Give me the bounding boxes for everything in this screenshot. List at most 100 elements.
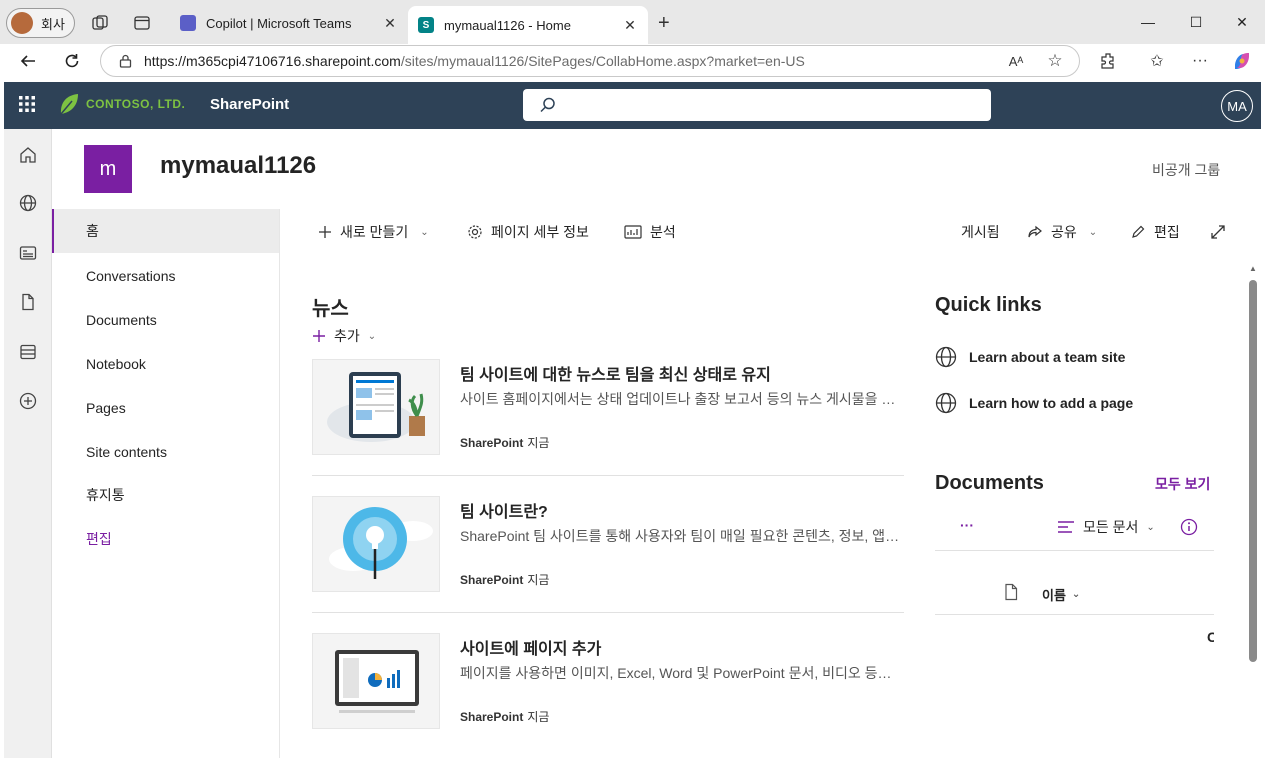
close-tab-icon[interactable]: ✕ bbox=[382, 15, 398, 32]
brand-logo[interactable]: CONTOSO, LTD. bbox=[58, 92, 185, 116]
nav-item-site-contents[interactable]: Site contents bbox=[52, 430, 279, 474]
lists-icon[interactable] bbox=[18, 342, 38, 362]
user-avatar[interactable]: MA bbox=[1221, 90, 1253, 122]
globe-icon bbox=[935, 392, 957, 414]
url-path: /sites/mymaual1126/SitePages/CollabHome.… bbox=[400, 53, 805, 69]
nav-item-conversations[interactable]: Conversations bbox=[52, 254, 279, 298]
teams-favicon-icon bbox=[180, 15, 196, 31]
tab-title: mymaual1126 - Home bbox=[444, 17, 571, 33]
more-actions-button[interactable]: ··· bbox=[960, 517, 974, 533]
extensions-icon[interactable] bbox=[1096, 49, 1120, 73]
nav-item-recycle-bin[interactable]: 휴지통 bbox=[52, 473, 279, 517]
documents-heading: Documents bbox=[935, 472, 1044, 494]
chevron-down-icon: ⌄ bbox=[420, 226, 429, 238]
back-icon[interactable] bbox=[16, 49, 40, 73]
analytics-button[interactable]: 분석 bbox=[624, 220, 676, 244]
copilot-icon[interactable] bbox=[1230, 49, 1254, 73]
name-column-label: 이름 bbox=[1042, 588, 1066, 603]
leaf-logo-icon bbox=[58, 92, 80, 116]
add-news-button[interactable]: 추가 ⌄ bbox=[312, 326, 376, 346]
scroll-up-icon[interactable]: ▲ bbox=[1249, 264, 1257, 273]
news-thumbnail[interactable] bbox=[312, 633, 440, 729]
news-thumbnail[interactable] bbox=[312, 359, 440, 455]
divider bbox=[312, 612, 904, 613]
nav-item-home[interactable]: 홈 bbox=[52, 209, 279, 253]
nav-item-notebook[interactable]: Notebook bbox=[52, 342, 279, 386]
favorite-star-icon[interactable]: ☆ bbox=[1043, 49, 1067, 73]
new-button[interactable]: 새로 만들기 ⌄ bbox=[318, 220, 429, 244]
profile-avatar-icon bbox=[11, 12, 33, 34]
maximize-icon[interactable]: ☐ bbox=[1173, 8, 1219, 36]
quick-link-item[interactable]: Learn about a team site bbox=[935, 346, 1125, 368]
file-icon[interactable] bbox=[18, 292, 38, 312]
news-heading: 뉴스 bbox=[312, 298, 349, 320]
share-button[interactable]: 공유 ⌄ bbox=[1027, 220, 1097, 244]
tab-actions-icon[interactable] bbox=[130, 11, 154, 35]
divider bbox=[935, 550, 1214, 551]
news-item-meta: SharePoint 지금 bbox=[460, 708, 549, 725]
page-details-label: 페이지 세부 정보 bbox=[491, 224, 589, 240]
refresh-icon[interactable] bbox=[60, 49, 84, 73]
home-icon[interactable] bbox=[18, 145, 38, 165]
app-launcher-icon[interactable] bbox=[18, 95, 36, 113]
minimize-icon[interactable]: — bbox=[1125, 8, 1171, 36]
news-item-author: SharePoint bbox=[460, 436, 524, 450]
create-icon[interactable] bbox=[18, 391, 38, 411]
news-item-time: 지금 bbox=[527, 573, 550, 587]
news-item-author: SharePoint bbox=[460, 573, 524, 587]
more-menu-icon[interactable]: ··· bbox=[1188, 49, 1212, 73]
page-details-button[interactable]: 페이지 세부 정보 bbox=[467, 220, 589, 244]
news-item-meta: SharePoint 지금 bbox=[460, 434, 549, 451]
view-selector[interactable]: 모든 문서 ⌄ bbox=[1057, 517, 1155, 537]
site-logo[interactable]: m bbox=[84, 145, 132, 193]
app-name[interactable]: SharePoint bbox=[210, 96, 289, 113]
tab-title: Copilot | Microsoft Teams bbox=[206, 15, 352, 31]
site-title[interactable]: mymaual1126 bbox=[160, 152, 316, 180]
share-icon bbox=[1027, 224, 1043, 240]
truncated-document-text: C bbox=[1207, 629, 1214, 645]
view-selector-label: 모든 문서 bbox=[1083, 519, 1139, 535]
news-item-meta: SharePoint 지금 bbox=[460, 571, 549, 588]
tab-sharepoint-home[interactable]: S mymaual1126 - Home ✕ bbox=[408, 6, 648, 44]
search-box[interactable] bbox=[523, 89, 991, 121]
news-item-title[interactable]: 사이트에 페이지 추가 bbox=[460, 635, 601, 659]
globe-icon[interactable] bbox=[18, 193, 38, 213]
news-thumbnail[interactable] bbox=[312, 496, 440, 592]
divider bbox=[935, 614, 1214, 615]
divider bbox=[312, 475, 904, 476]
news-icon[interactable] bbox=[18, 243, 38, 263]
chevron-down-icon: ⌄ bbox=[1146, 521, 1155, 533]
analytics-icon bbox=[624, 225, 642, 239]
news-item-title[interactable]: 팀 사이트에 대한 뉴스로 팀을 최신 상태로 유지 bbox=[460, 361, 771, 385]
plus-icon bbox=[312, 329, 326, 343]
nav-edit-link[interactable]: 편집 bbox=[52, 517, 279, 561]
edit-button[interactable]: 편집 bbox=[1130, 220, 1180, 244]
info-icon[interactable] bbox=[1180, 518, 1198, 536]
quick-link-label: Learn how to add a page bbox=[969, 395, 1134, 411]
favorites-icon[interactable]: ✩ bbox=[1145, 49, 1169, 73]
quick-link-item[interactable]: Learn how to add a page bbox=[935, 392, 1133, 414]
app-rail bbox=[4, 129, 52, 758]
nav-item-pages[interactable]: Pages bbox=[52, 386, 279, 430]
quick-link-label: Learn about a team site bbox=[969, 349, 1126, 365]
news-item-title[interactable]: 팀 사이트란? bbox=[460, 498, 548, 522]
read-aloud-icon[interactable]: Aᴬ bbox=[1004, 49, 1028, 73]
pencil-icon bbox=[1130, 224, 1146, 240]
new-tab-icon[interactable]: + bbox=[658, 12, 670, 35]
close-tab-icon[interactable]: ✕ bbox=[622, 17, 638, 34]
browser-profile-button[interactable]: 회사 bbox=[6, 8, 75, 38]
news-item-time: 지금 bbox=[527, 710, 550, 724]
name-column-header[interactable]: 이름 ⌄ bbox=[1042, 585, 1080, 604]
see-all-link[interactable]: 모두 보기 bbox=[1155, 474, 1210, 494]
nav-item-documents[interactable]: Documents bbox=[52, 298, 279, 342]
search-icon bbox=[539, 96, 557, 114]
tab-copilot-teams[interactable]: Copilot | Microsoft Teams ✕ bbox=[170, 6, 408, 40]
address-bar[interactable]: https://m365cpi47106716.sharepoint.com/s… bbox=[100, 45, 1080, 77]
workspaces-icon[interactable] bbox=[88, 11, 112, 35]
expand-icon[interactable] bbox=[1210, 220, 1226, 244]
scrollbar-thumb[interactable] bbox=[1249, 280, 1257, 662]
add-news-label: 추가 bbox=[334, 328, 360, 344]
lock-icon bbox=[119, 54, 132, 68]
close-window-icon[interactable]: ✕ bbox=[1219, 8, 1265, 36]
file-type-icon bbox=[1003, 583, 1019, 601]
